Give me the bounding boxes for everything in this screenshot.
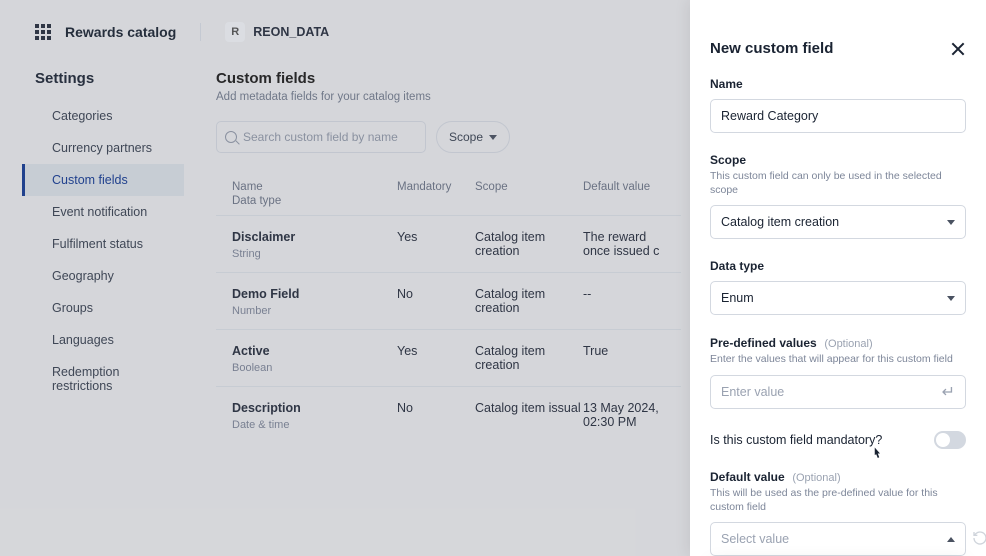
name-label: Name bbox=[710, 77, 966, 91]
table-row[interactable]: Demo FieldNumber No Catalog item creatio… bbox=[216, 272, 681, 329]
mandatory-toggle[interactable] bbox=[934, 431, 966, 449]
name-input-wrap[interactable] bbox=[710, 99, 966, 133]
topbar: Rewards catalog R REON_DATA bbox=[0, 0, 690, 42]
col-datatype: Data type bbox=[232, 195, 397, 207]
col-name: Name bbox=[232, 181, 263, 193]
page-title: Settings bbox=[35, 70, 94, 87]
sidebar-item-redemption-restrictions[interactable]: Redemption restrictions bbox=[22, 356, 184, 402]
divider bbox=[200, 23, 201, 41]
custom-fields-table: Name Data type Mandatory Scope Default v… bbox=[216, 171, 681, 443]
org-selector[interactable]: R REON_DATA bbox=[225, 22, 329, 42]
content-area: Custom fields Add metadata fields for yo… bbox=[216, 70, 690, 443]
sidebar-item-event-notification[interactable]: Event notification bbox=[22, 196, 184, 228]
new-custom-field-panel: New custom field Name Scope This custom … bbox=[690, 0, 986, 556]
org-avatar: R bbox=[225, 22, 245, 42]
search-box[interactable] bbox=[216, 121, 426, 153]
scope-filter-label: Scope bbox=[449, 130, 483, 144]
default-placeholder: Select value bbox=[721, 532, 789, 546]
table-row[interactable]: DisclaimerString Yes Catalog item creati… bbox=[216, 215, 681, 272]
datatype-label: Data type bbox=[710, 259, 966, 273]
sidebar-item-geography[interactable]: Geography bbox=[22, 260, 184, 292]
datatype-select[interactable]: Enum bbox=[710, 281, 966, 315]
app-title: Rewards catalog bbox=[65, 24, 176, 40]
scope-help: This custom field can only be used in th… bbox=[710, 170, 966, 197]
scope-value: Catalog item creation bbox=[721, 215, 839, 229]
org-name: REON_DATA bbox=[253, 25, 329, 39]
sidebar-item-fulfilment-status[interactable]: Fulfilment status bbox=[22, 228, 184, 260]
app-switcher-icon[interactable] bbox=[35, 24, 51, 40]
table-row[interactable]: ActiveBoolean Yes Catalog item creation … bbox=[216, 329, 681, 386]
chevron-up-icon bbox=[947, 537, 955, 542]
predef-help: Enter the values that will appear for th… bbox=[710, 353, 966, 367]
panel-title: New custom field bbox=[710, 40, 833, 57]
settings-sidebar: Categories Currency partners Custom fiel… bbox=[22, 100, 184, 402]
close-icon[interactable] bbox=[950, 41, 966, 57]
sidebar-item-categories[interactable]: Categories bbox=[22, 100, 184, 132]
optional-text: (Optional) bbox=[824, 338, 872, 350]
main-app-backdrop: Rewards catalog R REON_DATA Settings Cat… bbox=[0, 0, 690, 556]
scope-filter[interactable]: Scope bbox=[436, 121, 510, 153]
sidebar-item-custom-fields[interactable]: Custom fields bbox=[22, 164, 184, 196]
chevron-down-icon bbox=[489, 135, 497, 140]
predef-input[interactable] bbox=[721, 385, 942, 399]
predef-label: Pre-defined values bbox=[710, 336, 817, 350]
search-icon bbox=[225, 131, 237, 143]
content-subtitle: Add metadata fields for your catalog ite… bbox=[216, 91, 690, 103]
col-scope: Scope bbox=[475, 181, 583, 193]
enter-key-icon: ↵ bbox=[942, 382, 955, 402]
mandatory-question: Is this custom field mandatory? bbox=[710, 433, 882, 447]
optional-text: (Optional) bbox=[792, 472, 840, 484]
default-help: This will be used as the pre-defined val… bbox=[710, 487, 966, 514]
default-value-select[interactable]: Select value bbox=[710, 522, 966, 556]
chevron-down-icon bbox=[947, 296, 955, 301]
predef-input-wrap[interactable]: ↵ bbox=[710, 375, 966, 409]
sidebar-item-currency-partners[interactable]: Currency partners bbox=[22, 132, 184, 164]
chevron-down-icon bbox=[947, 220, 955, 225]
table-row[interactable]: DescriptionDate & time No Catalog item i… bbox=[216, 386, 681, 443]
scope-select[interactable]: Catalog item creation bbox=[710, 205, 966, 239]
col-mandatory: Mandatory bbox=[397, 181, 475, 193]
sidebar-item-groups[interactable]: Groups bbox=[22, 292, 184, 324]
datatype-value: Enum bbox=[721, 291, 754, 305]
col-default: Default value bbox=[583, 181, 665, 193]
search-input[interactable] bbox=[243, 130, 417, 144]
scope-label: Scope bbox=[710, 153, 966, 167]
refresh-icon[interactable] bbox=[972, 530, 986, 546]
default-label: Default value bbox=[710, 470, 785, 484]
content-title: Custom fields bbox=[216, 70, 690, 87]
sidebar-item-languages[interactable]: Languages bbox=[22, 324, 184, 356]
table-header: Name Data type Mandatory Scope Default v… bbox=[216, 171, 681, 215]
name-input[interactable] bbox=[721, 109, 955, 123]
